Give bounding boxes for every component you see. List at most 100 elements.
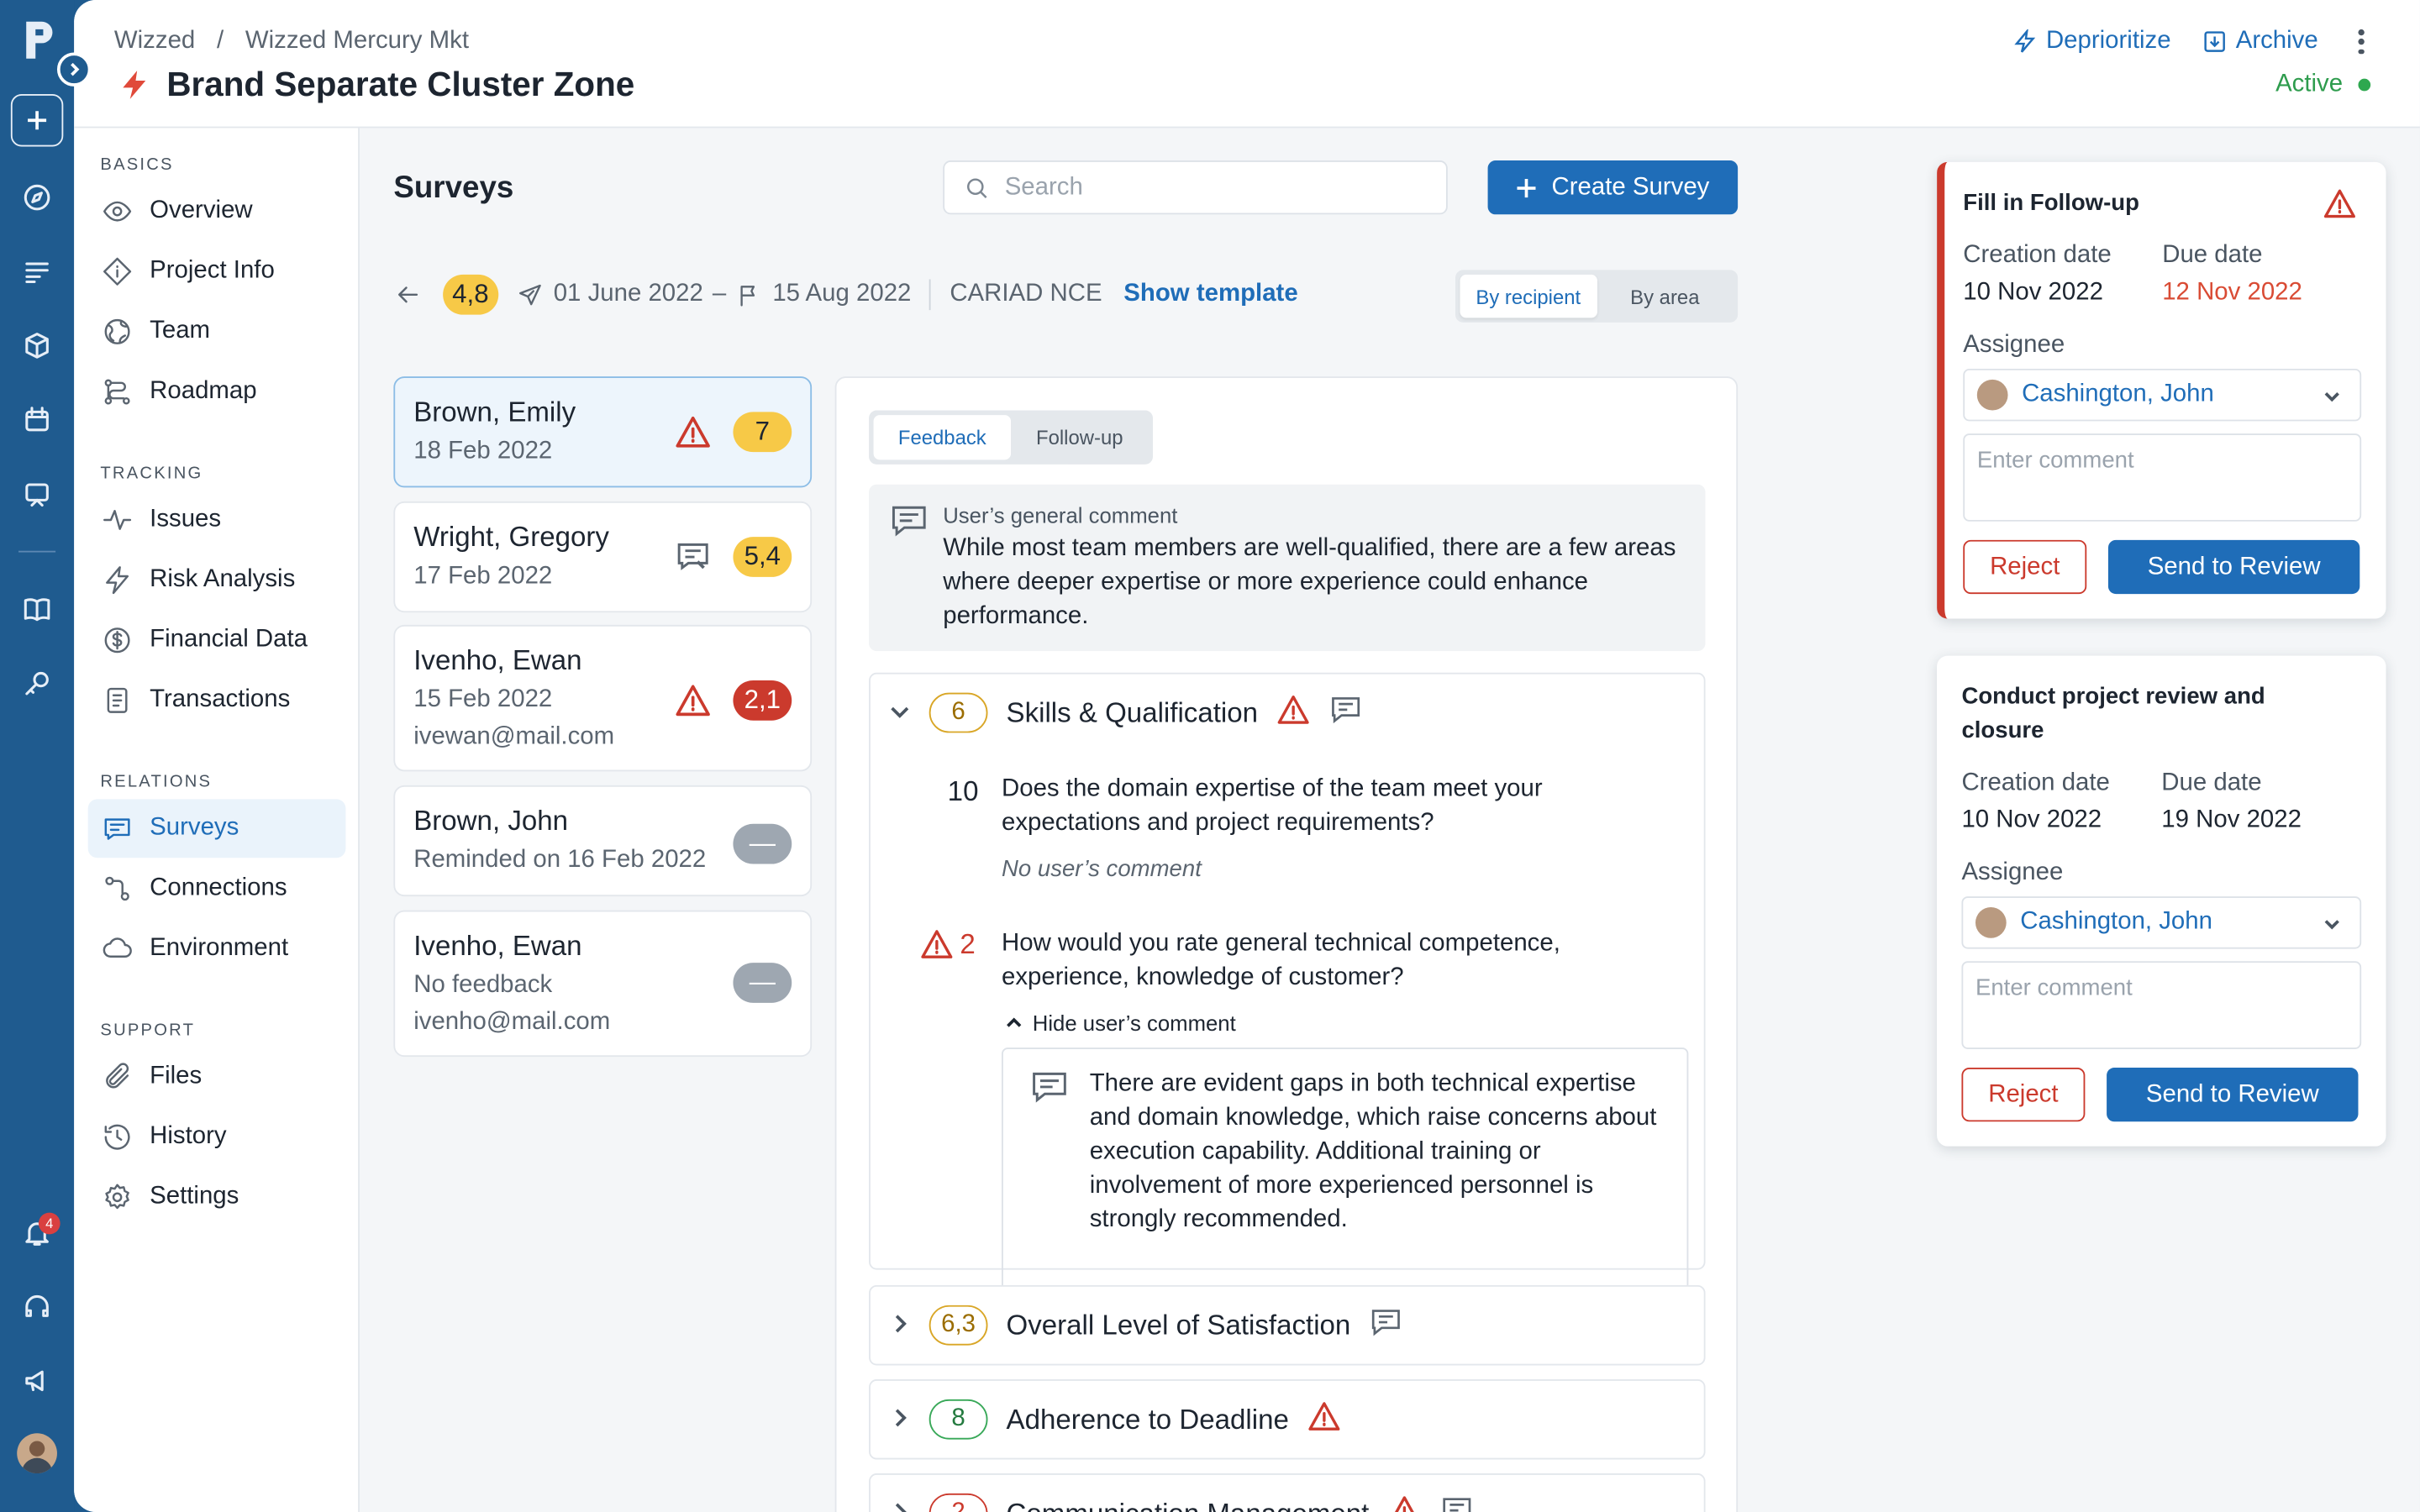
chevron-right-icon[interactable] (889, 1309, 911, 1341)
chevron-right-icon[interactable] (889, 1498, 911, 1512)
expand-sidebar-button[interactable] (56, 52, 92, 87)
recipient-card[interactable]: Wright, Gregory 17 Feb 2022 5,4 (393, 501, 813, 613)
search-icon (966, 177, 987, 198)
nav-item-project-info[interactable]: Project Info (88, 242, 346, 301)
due-date: 19 Nov 2022 (2161, 806, 2302, 833)
nav-section-basics: BASICS (100, 155, 174, 175)
nav-item-surveys[interactable]: Surveys (87, 799, 346, 858)
recipient-score: 7 (733, 412, 792, 453)
due-date-label: Due date (2161, 769, 2262, 796)
due-date-label: Due date (2162, 242, 2263, 269)
back-arrow-icon[interactable] (393, 281, 421, 308)
send-to-review-button[interactable]: Send to Review (2107, 1067, 2359, 1122)
nav-item-overview[interactable]: Overview (88, 182, 346, 241)
feedback-tabs: Feedback Follow-up (869, 410, 1154, 465)
section-title: Adherence to Deadline (1006, 1403, 1289, 1435)
presentation-icon[interactable] (18, 475, 55, 512)
deprioritize-button[interactable]: Deprioritize (2012, 28, 2171, 55)
nav-item-files[interactable]: Files (88, 1047, 346, 1106)
reject-button[interactable]: Reject (1963, 539, 2087, 595)
page-header: Wizzed / Wizzed Mercury Mkt Brand Separa… (74, 0, 2420, 129)
comment-icon (1369, 1305, 1402, 1347)
nav-item-history[interactable]: History (88, 1108, 346, 1167)
create-new-button[interactable] (10, 94, 64, 147)
support-headset-icon[interactable] (18, 1289, 55, 1326)
compass-icon[interactable] (18, 179, 55, 216)
no-comment-text: No user’s comment (1002, 856, 1202, 883)
nav-item-team[interactable]: Team (88, 302, 346, 361)
lightning-outline-icon (2013, 29, 2035, 53)
nav-item-issues[interactable]: Issues (88, 491, 346, 549)
survey-section-collapsed[interactable]: 2 Communication Management (869, 1473, 1706, 1512)
search-input[interactable]: Search (943, 160, 1448, 215)
recipient-card[interactable]: Ivenho, Ewan 15 Feb 2022 ivewan@mail.com… (393, 624, 813, 772)
chevron-down-icon[interactable] (889, 696, 911, 729)
nav-item-transactions[interactable]: Transactions (88, 671, 346, 730)
surveys-content: Surveys Search Create Survey 4,8 01 June… (359, 128, 2420, 1512)
send-to-review-button[interactable]: Send to Review (2107, 539, 2360, 595)
view-by-area[interactable]: By area (1597, 275, 1733, 318)
nav-item-environment[interactable]: Environment (88, 920, 346, 979)
nav-item-settings[interactable]: Settings (88, 1168, 346, 1226)
section-score: 6 (929, 692, 988, 733)
archive-button[interactable]: Archive (2202, 28, 2318, 55)
list-icon[interactable] (18, 253, 55, 290)
organization-name: CARIAD NCE (950, 281, 1102, 307)
section-score: 2 (929, 1493, 988, 1512)
comment-input[interactable]: Enter comment (1961, 961, 2362, 1049)
warning-icon (1307, 1399, 1341, 1441)
search-placeholder: Search (1004, 173, 1083, 200)
chevron-right-icon[interactable] (889, 1403, 911, 1436)
calendar-icon[interactable] (18, 402, 55, 438)
nav-item-financial-data[interactable]: Financial Data (88, 611, 346, 669)
general-comment: User’s general comment While most team m… (869, 484, 1706, 652)
due-date: 12 Nov 2022 (2162, 279, 2302, 306)
survey-section-expanded: 6 Skills & Qualification 10 Does the dom… (869, 672, 1706, 1298)
tab-follow-up[interactable]: Follow-up (1011, 415, 1148, 459)
comment-input[interactable]: Enter comment (1963, 433, 2362, 522)
warning-icon (676, 416, 710, 448)
general-comment-text: While most team members are well-qualifi… (943, 535, 1676, 630)
recipient-score: 2,1 (733, 680, 792, 721)
breadcrumb: Wizzed / Wizzed Mercury Mkt (114, 28, 469, 55)
globe-icon (104, 318, 130, 344)
connections-icon (105, 876, 129, 901)
survey-section-collapsed[interactable]: 8 Adherence to Deadline (869, 1379, 1706, 1460)
comment-icon (1033, 1072, 1066, 1103)
section-title: Skills & Qualification (1006, 696, 1259, 728)
more-options-icon[interactable] (2349, 28, 2373, 55)
nav-section-tracking: TRACKING (100, 464, 203, 483)
user-avatar[interactable] (17, 1433, 57, 1474)
hide-comment-toggle[interactable]: Hide user’s comment (1005, 1011, 1236, 1035)
create-survey-button[interactable]: Create Survey (1487, 160, 1739, 215)
megaphone-icon[interactable] (18, 1362, 55, 1399)
box-icon[interactable] (18, 327, 55, 364)
recipient-card[interactable]: Brown, John Reminded on 16 Feb 2022 — (393, 785, 813, 897)
view-by-recipient[interactable]: By recipient (1460, 274, 1597, 318)
comment-icon (1440, 1493, 1474, 1512)
recipient-card[interactable]: Ivenho, Ewan No feedback ivenho@mail.com… (393, 910, 813, 1058)
show-template-link[interactable]: Show template (1123, 281, 1297, 308)
key-icon[interactable] (18, 665, 55, 702)
survey-comment-icon (104, 818, 130, 840)
start-date: 01 June 2022 (553, 281, 703, 307)
tab-feedback[interactable]: Feedback (873, 415, 1012, 460)
chevron-down-icon (2324, 392, 2339, 402)
breadcrumb-current[interactable]: Wizzed Mercury Mkt (245, 28, 469, 55)
creation-date-label: Creation date (1963, 242, 2112, 269)
section-header[interactable]: 6 Skills & Qualification (871, 675, 1704, 752)
reject-button[interactable]: Reject (1961, 1067, 2086, 1122)
warning-icon (921, 930, 953, 958)
nav-item-connections[interactable]: Connections (88, 859, 346, 918)
nav-item-risk-analysis[interactable]: Risk Analysis (88, 551, 346, 610)
book-icon[interactable] (18, 591, 55, 627)
nav-item-roadmap[interactable]: Roadmap (88, 363, 346, 422)
nav-section-support: SUPPORT (100, 1021, 196, 1040)
app-logo[interactable] (22, 18, 59, 61)
overall-score-badge: 4,8 (443, 274, 498, 315)
survey-section-collapsed[interactable]: 6,3 Overall Level of Satisfaction (869, 1284, 1706, 1366)
assignee-select[interactable]: Cashington, John (1963, 368, 2362, 422)
assignee-select[interactable]: Cashington, John (1961, 896, 2362, 949)
recipient-card[interactable]: Brown, Emily 18 Feb 2022 7 (393, 376, 813, 488)
breadcrumb-root[interactable]: Wizzed (114, 28, 195, 55)
